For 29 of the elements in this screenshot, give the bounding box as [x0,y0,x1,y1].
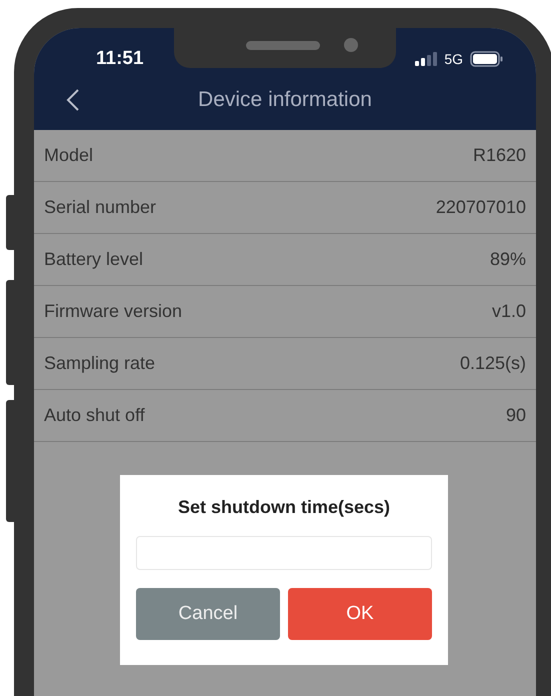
dialog-title: Set shutdown time(secs) [176,497,392,518]
dialog-button[interactable]: Cancel [136,588,280,640]
row-label: Firmware version [44,301,182,322]
input-field[interactable] [136,536,432,570]
dialog-button[interactable]: OK [288,588,432,640]
row-value: 0.125(s) [460,353,526,374]
battery-icon [470,51,504,67]
row-label: Auto shut off [44,405,145,426]
info-row[interactable]: Battery level 89% [34,234,536,286]
row-value: 220707010 [436,197,526,218]
status-time: 11:51 [96,48,144,70]
info-row[interactable]: Firmware version v1.0 [34,286,536,338]
back-icon[interactable] [66,88,80,112]
camera-dot [344,38,358,52]
info-row[interactable]: Auto shut off 90 [34,390,536,442]
row-value: R1620 [472,145,526,166]
info-row[interactable]: Sampling rate 0.125(s) [34,338,536,390]
row-value: v1.0 [492,301,526,322]
network-label: 5G [444,51,463,67]
signal-icon [415,52,438,66]
row-label: Serial number [44,197,156,218]
info-row[interactable]: Serial number 220707010 [34,182,536,234]
screen-title: Device information [198,88,372,112]
row-value: 89% [490,249,526,270]
info-row[interactable]: Model R1620 [34,130,536,182]
row-label: Model [44,145,94,166]
row-value: 90 [506,405,526,426]
row-label: Battery level [44,249,144,270]
row-label: Sampling rate [44,353,156,374]
